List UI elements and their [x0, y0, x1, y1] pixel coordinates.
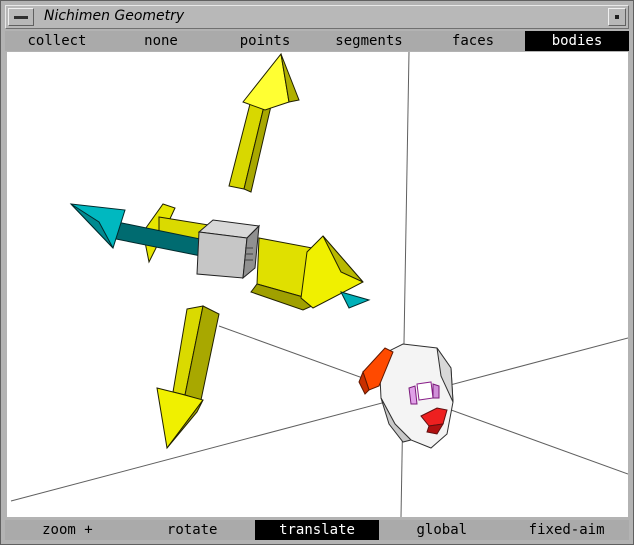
mode-faces[interactable]: faces [421, 31, 525, 51]
mode-none[interactable]: none [109, 31, 213, 51]
selection-mode-bar: collect none points segments faces bodie… [5, 31, 629, 51]
scene-canvas [10, 52, 628, 517]
view-mode-bar: zoom + rotate translate global fixed-aim [5, 520, 629, 540]
window-menu-button[interactable] [8, 8, 34, 26]
minimize-button[interactable] [608, 8, 626, 26]
mode-bodies[interactable]: bodies [525, 31, 629, 51]
view-global[interactable]: global [379, 520, 504, 540]
title-bar[interactable]: Nichimen Geometry [5, 5, 629, 29]
view-translate[interactable]: translate [254, 520, 380, 540]
manipulator-arrow-up[interactable] [228, 52, 300, 193]
mode-collect[interactable]: collect [5, 31, 109, 51]
manipulator-center-cube[interactable] [196, 219, 261, 280]
view-rotate[interactable]: rotate [130, 520, 255, 540]
view-zoom-in[interactable]: zoom + [5, 520, 130, 540]
head-model[interactable] [358, 343, 454, 449]
3d-viewport[interactable] [7, 52, 628, 517]
mode-points[interactable]: points [213, 31, 317, 51]
window-title: Nichimen Geometry [44, 8, 185, 24]
view-fixed-aim[interactable]: fixed-aim [504, 520, 629, 540]
app-window: Nichimen Geometry collect none points se… [0, 0, 634, 545]
manipulator-arrow-down[interactable] [156, 305, 220, 450]
mode-segments[interactable]: segments [317, 31, 421, 51]
axis-handle-right[interactable] [340, 291, 371, 309]
